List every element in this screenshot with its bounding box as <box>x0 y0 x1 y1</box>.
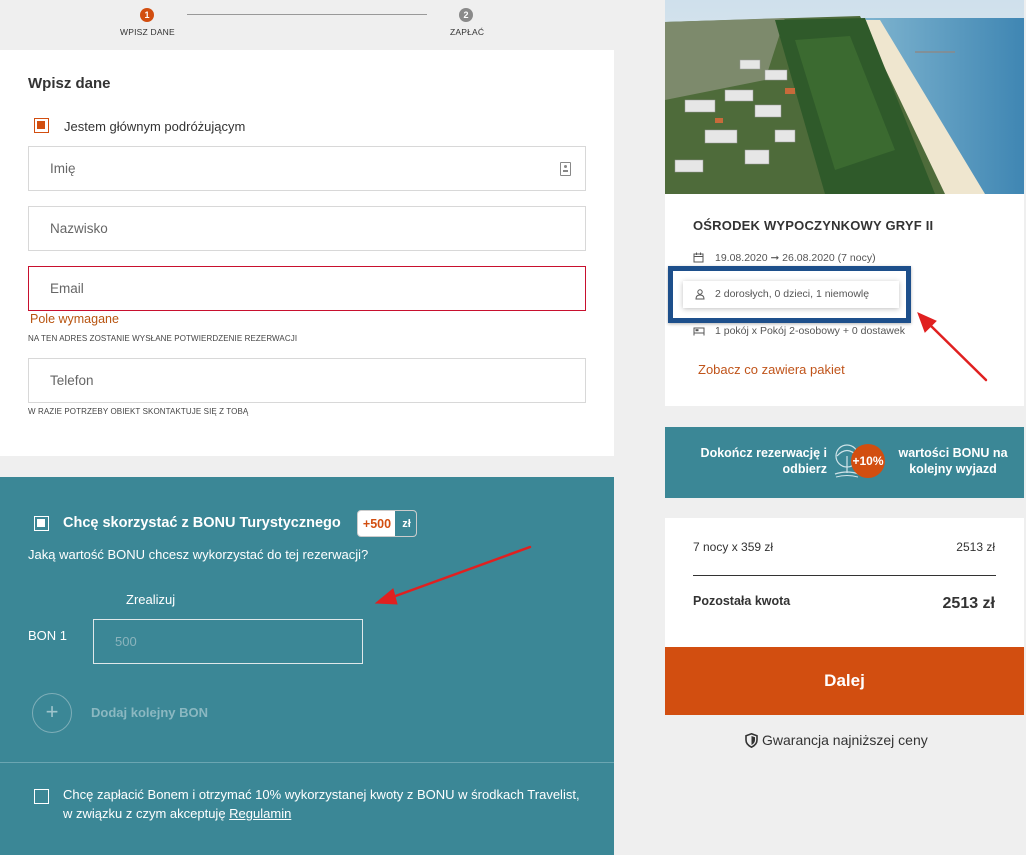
calendar-icon <box>693 252 704 263</box>
bon-promo-banner: Dokończ rezerwację i odbierz +10% wartoś… <box>665 427 1024 498</box>
phone-field[interactable]: Telefon <box>28 358 586 403</box>
package-details-link[interactable]: Zobacz co zawiera pakiet <box>698 362 845 377</box>
add-bon-button[interactable]: Dodaj kolejny BON <box>91 705 208 720</box>
use-bon-label: Chcę skorzystać z BONU Turystycznego <box>63 515 341 531</box>
accept-terms-label: Chcę zapłacić Bonem i otrzymać 10% wykor… <box>63 787 580 821</box>
bon1-label: BON 1 <box>28 628 68 643</box>
hotel-summary-card: OŚRODEK WYPOCZYNKOWY GRYF II 19.08.2020 … <box>665 0 1024 406</box>
last-name-placeholder: Nazwisko <box>50 221 108 236</box>
contact-card-icon[interactable] <box>560 162 571 176</box>
divider <box>0 762 614 763</box>
accept-terms-checkbox[interactable] <box>34 789 49 804</box>
email-field[interactable]: Email <box>28 266 586 311</box>
add-bon-plus-icon[interactable]: + <box>32 693 72 733</box>
main-traveler-checkbox[interactable] <box>34 118 49 133</box>
phone-placeholder: Telefon <box>50 373 94 388</box>
bon1-placeholder: 500 <box>115 634 137 649</box>
promo-percent-badge: +10% <box>851 444 885 478</box>
first-name-placeholder: Imię <box>50 161 76 176</box>
terms-link[interactable]: Regulamin <box>229 806 291 821</box>
bed-icon <box>693 327 705 336</box>
nights-price-label: 7 nocy x 359 zł <box>693 540 774 554</box>
hotel-photo <box>665 0 1024 194</box>
guests-highlight: 2 dorosłych, 0 dzieci, 1 niemowlę <box>668 266 911 323</box>
bon-badge-currency: zł <box>395 511 416 536</box>
bon-panel: Chcę skorzystać z BONU Turystycznego +50… <box>0 477 614 855</box>
remaining-amount-label: Pozostała kwota <box>693 594 791 608</box>
main-traveler-label: Jestem głównym podróżującym <box>64 119 246 134</box>
use-bon-checkbox[interactable] <box>34 516 49 531</box>
first-name-field[interactable]: Imię <box>28 146 586 191</box>
step-1-label: WPISZ DANE <box>120 27 175 37</box>
stay-dates: 19.08.2020 ➞ 26.08.2020 (7 nocy) <box>715 252 876 264</box>
step-2-label: ZAPŁAĆ <box>450 27 485 37</box>
progress-steps: 1 WPISZ DANE 2 ZAPŁAĆ <box>0 0 614 50</box>
price-guarantee-label: Gwarancja najniższej ceny <box>762 732 928 748</box>
bon-question: Jaką wartość BONU chcesz wykorzystać do … <box>28 547 369 562</box>
nights-price-value: 2513 zł <box>956 540 995 554</box>
email-hint: NA TEN ADRES ZOSTANIE WYSŁANE POTWIERDZE… <box>28 334 298 343</box>
price-summary: 7 nocy x 359 zł 2513 zł Pozostała kwota … <box>665 518 1024 647</box>
accept-terms-text: Chcę zapłacić Bonem i otrzymać 10% wykor… <box>63 785 583 823</box>
bon1-amount-input[interactable]: 500 <box>93 619 363 664</box>
promo-text-right: wartości BONU na kolejny wyjazd <box>898 446 1008 476</box>
guests-info: 2 dorosłych, 0 dzieci, 1 niemowlę <box>715 288 870 300</box>
remaining-amount-value: 2513 zł <box>942 595 995 612</box>
step-2-number: 2 <box>459 8 473 22</box>
step-1-number: 1 <box>140 8 154 22</box>
email-placeholder: Email <box>50 281 84 296</box>
price-divider <box>693 575 996 576</box>
last-name-field[interactable]: Nazwisko <box>28 206 586 251</box>
bon-badge-amount: +500 <box>362 517 392 531</box>
next-button[interactable]: Dalej <box>665 647 1024 715</box>
phone-hint: W RAZIE POTRZEBY OBIEKT SKONTAKTUJE SIĘ … <box>28 407 249 416</box>
step-connector <box>187 14 427 15</box>
bon-amount-badge: +500 zł <box>357 510 417 537</box>
guests-box: 2 dorosłych, 0 dzieci, 1 niemowlę <box>683 281 899 308</box>
form-title: Wpisz dane <box>28 75 111 92</box>
traveler-form: Wpisz dane Jestem głównym podróżującym I… <box>0 50 614 456</box>
price-guarantee[interactable]: Gwarancja najniższej ceny <box>745 732 928 749</box>
shield-icon <box>745 732 758 749</box>
email-error-message: Pole wymagane <box>30 312 119 326</box>
room-info: 1 pokój x Pokój 2-osobowy + 0 dostawek <box>715 325 905 337</box>
promo-text-left: Dokończ rezerwację i odbierz <box>700 446 827 476</box>
hotel-name: OŚRODEK WYPOCZYNKOWY GRYF II <box>693 218 934 233</box>
person-icon <box>695 289 705 300</box>
realize-label: Zrealizuj <box>126 592 176 607</box>
